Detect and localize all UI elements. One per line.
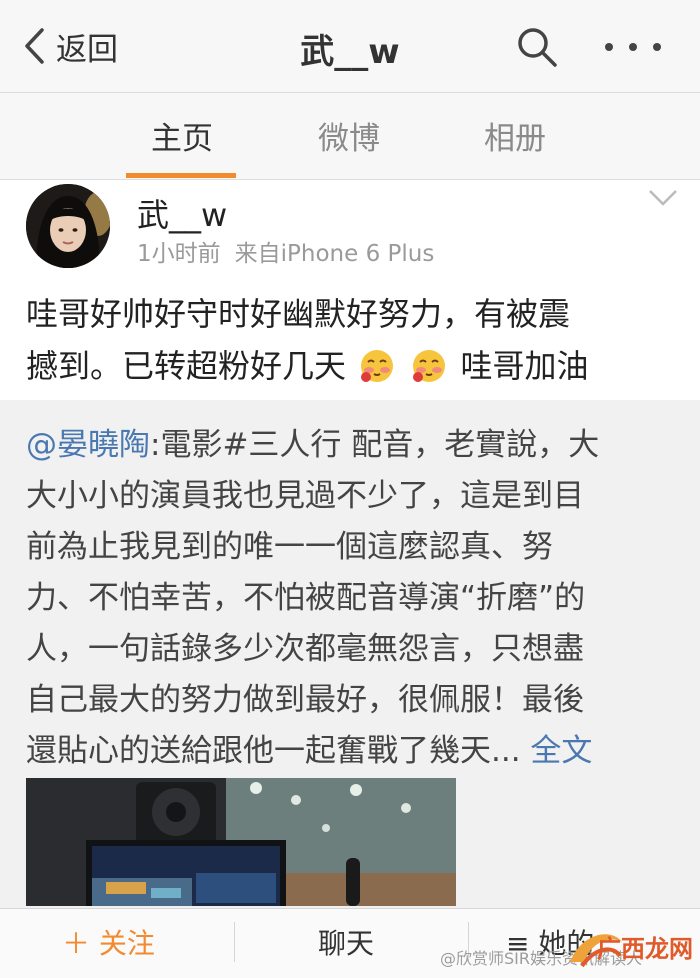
tab-album[interactable]: 相册 (484, 113, 546, 158)
post-username[interactable]: 武__w (137, 190, 227, 236)
repost-text: @晏曉陶:電影#三人行 配音，老實說，大 大小小的演員我也見過不少了，這是到目 … (26, 420, 674, 777)
shy-face-emoji-icon (413, 350, 446, 382)
repost-line: 自己最大的努力做到最好，很佩服！最後 (26, 682, 584, 718)
more-button[interactable] (605, 30, 661, 64)
post-text-part: 撼到。已转超粉好几天 (26, 347, 347, 385)
chat-button[interactable]: 聊天 (318, 922, 374, 962)
divider (234, 922, 235, 962)
repost-line: 人，一句話錄多少次都毫無怨言，只想盡 (26, 631, 584, 667)
post-text: 哇哥好帅好守时好幽默好努力，有被震 撼到。已转超粉好几天 哇哥加油 (26, 288, 676, 392)
post-text-part: 哇哥加油 (460, 347, 589, 385)
repost-line: @晏曉陶:電影#三人行 配音，老實說，大 (26, 420, 674, 471)
more-dot (653, 43, 661, 51)
more-dots-icon (605, 43, 613, 51)
post-source: 来自iPhone 6 Plus (234, 241, 435, 267)
repost-line: 大小小的演員我也見過不少了，這是到目 (26, 478, 584, 514)
tab-home[interactable]: 主页 (151, 113, 213, 158)
mention-link[interactable]: @晏曉陶 (26, 427, 150, 463)
repost-line: 還貼心的送給跟他一起奮戰了幾天... 全文 (26, 726, 674, 777)
repost-image[interactable] (26, 778, 456, 906)
tab-weibo[interactable]: 微博 (318, 113, 380, 158)
shy-face-emoji-icon (361, 350, 394, 382)
post-meta: 1小时前 来自iPhone 6 Plus (137, 234, 434, 268)
studio-photo (26, 778, 456, 906)
post-text-line: 哇哥好帅好守时好幽默好努力，有被震 (26, 295, 571, 333)
search-icon (518, 28, 557, 67)
post-text-line: 撼到。已转超粉好几天 哇哥加油 (26, 340, 676, 392)
repost-line: 前為止我見到的唯一一個這麼認真、努 (26, 529, 553, 565)
logo-text: 广西龙网 (597, 935, 693, 963)
repost-line-text: 還貼心的送給跟他一起奮戰了幾天... (26, 733, 521, 769)
repost-line: 力、不怕幸苦，不怕被配音導演“折磨”的 (26, 580, 586, 616)
search-button[interactable] (515, 25, 559, 69)
repost-line-text: :電影#三人行 配音，老實說，大 (150, 427, 600, 463)
chevron-down-icon[interactable] (648, 188, 678, 208)
avatar[interactable] (26, 184, 110, 268)
user-photo (26, 184, 110, 268)
page-title: 武__w (300, 32, 400, 72)
post-time: 1小时前 (137, 241, 221, 267)
active-tab-indicator (126, 173, 236, 178)
follow-button[interactable]: ＋ 关注 (62, 922, 155, 962)
more-dot (629, 43, 637, 51)
full-text-link[interactable]: 全文 (530, 733, 592, 769)
